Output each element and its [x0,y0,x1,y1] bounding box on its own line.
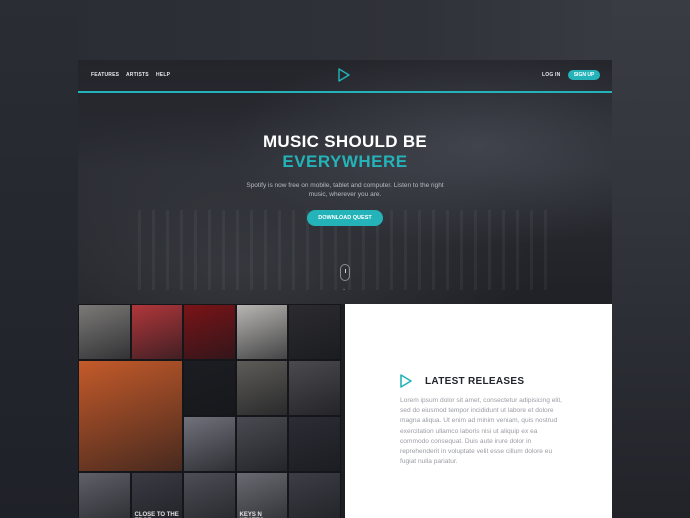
nav-login-link[interactable]: LOG IN [542,72,560,78]
download-button[interactable]: DOWNLOAD QUEST [307,210,383,226]
latest-releases-title: LATEST RELEASES [425,376,525,387]
hero-headline-line1: MUSIC SHOULD BE [262,132,428,151]
album-cover[interactable] [235,304,288,360]
album-title: CLOSE TO THE EDGE [134,512,179,518]
album-cover[interactable] [78,472,131,518]
hero-subtext: Spotify is now free on mobile, tablet an… [246,182,444,198]
album-cover[interactable] [183,416,236,472]
album-cover[interactable] [78,360,183,472]
latest-releases-panel: LATEST RELEASES Lorem ipsum dolor sit am… [345,304,612,518]
nav-features-link[interactable]: FEATURES [91,72,119,78]
album-cover[interactable]: CLOSE TO THE EDGE [130,472,183,518]
latest-releases-body: Lorem ipsum dolor sit amet, consectetur … [400,397,562,466]
album-cover[interactable] [78,304,131,360]
album-cover[interactable] [235,360,288,416]
hero-section: FEATURES ARTISTS HELP LOG IN SIGN UP MUS… [78,60,612,304]
chevron-down-icon: ⌄ [342,286,347,292]
nav-help-link[interactable]: HELP [156,72,170,78]
album-cover[interactable] [288,472,341,518]
album-cover[interactable] [288,304,341,360]
nav-artists-link[interactable]: ARTISTS [126,72,149,78]
album-cover[interactable] [183,360,236,416]
album-cover[interactable] [183,472,236,518]
play-triangle-logo-icon[interactable] [337,68,351,82]
album-cover[interactable]: KEYS N KRATES [235,472,288,518]
album-title: KEYS N KRATES [239,512,262,518]
album-cover[interactable] [288,416,341,472]
album-cover[interactable] [183,304,236,360]
page-frame: FEATURES ARTISTS HELP LOG IN SIGN UP MUS… [78,60,612,518]
album-cover[interactable] [288,360,341,416]
background-top [0,0,690,60]
hero-headline-line2: EVERYWHERE [282,152,408,171]
signup-button[interactable]: SIGN UP [568,70,600,80]
album-grid: CLOSE TO THE EDGE KEYS N KRATES [78,304,345,518]
play-triangle-icon [400,374,412,388]
album-cover[interactable] [235,416,288,472]
scroll-wheel-dot [345,269,346,273]
top-navbar: FEATURES ARTISTS HELP LOG IN SIGN UP [78,60,612,92]
background-left [0,0,78,518]
mouse-scroll-icon[interactable] [340,264,350,281]
nav-accent-line [78,91,612,93]
album-cover[interactable] [130,304,183,360]
background-right [612,0,690,518]
